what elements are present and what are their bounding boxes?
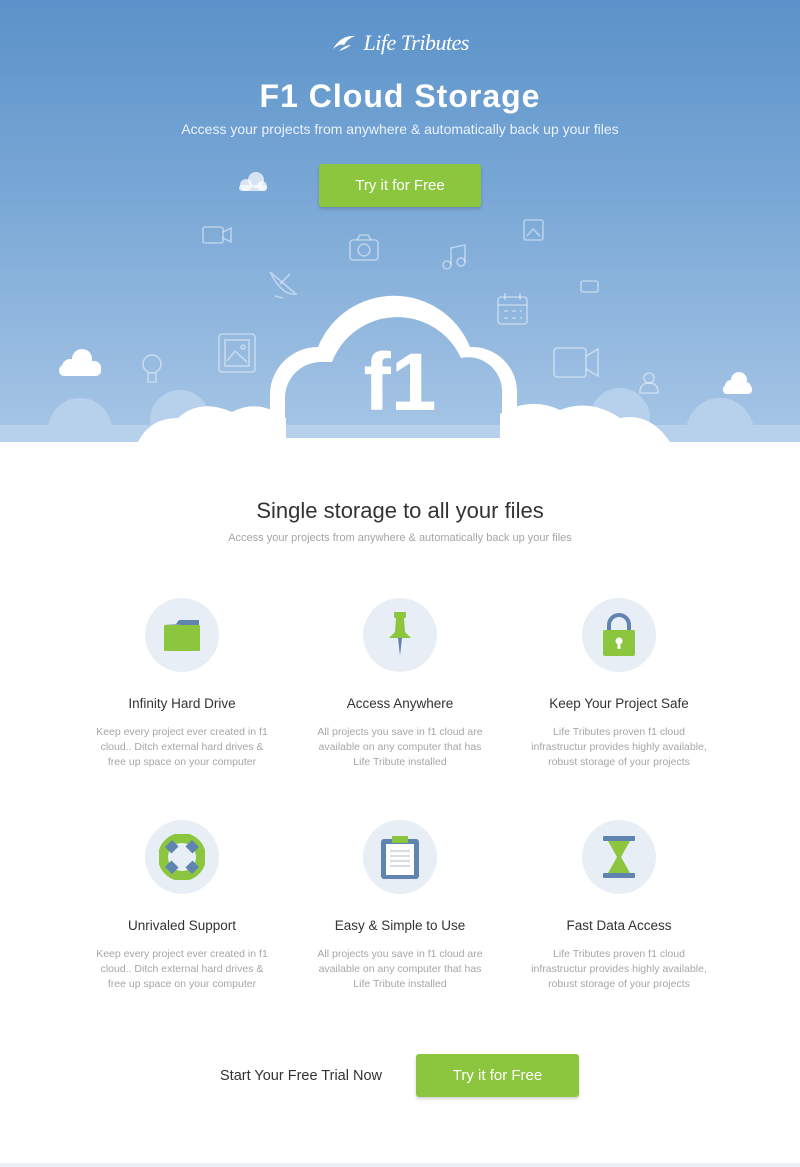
feature-description: Keep every project ever created in f1 cl…: [96, 948, 268, 990]
hero-try-free-button[interactable]: Try it for Free: [319, 164, 481, 207]
image-icon: [523, 219, 544, 241]
feature-description: Life Tributes proven f1 cloud infrastruc…: [531, 726, 707, 768]
lightbulb-icon: [142, 354, 162, 383]
hero-banner: f1 Life Tributes F1 Cloud Storage Access…: [0, 0, 800, 442]
feature-card: Unrivaled Support Keep every project eve…: [72, 820, 292, 992]
feature-card: Infinity Hard Drive Keep every project e…: [72, 598, 292, 770]
footer-divider: [0, 1163, 800, 1167]
satellite-dish-icon: [269, 271, 298, 299]
lifebuoy-icon: [159, 834, 205, 880]
padlock-icon: [603, 613, 635, 656]
feature-card: Fast Data Access Life Tributes proven f1…: [509, 820, 729, 992]
brand-logo[interactable]: Life Tributes: [0, 30, 800, 56]
small-cloud-icon: [723, 372, 752, 394]
hero-title: F1 Cloud Storage: [259, 78, 541, 114]
movie-camera-icon: [553, 347, 599, 378]
feature-title: Keep Your Project Safe: [549, 696, 689, 711]
camera-icon: [349, 234, 379, 261]
hero-illustration: f1: [0, 172, 800, 442]
hourglass-icon: [603, 836, 635, 878]
cloud-brand-text: f1: [364, 337, 437, 428]
bird-logo-icon: [333, 35, 356, 51]
feature-card: Keep Your Project Safe Life Tributes pro…: [509, 598, 729, 770]
battery-icon: [580, 280, 599, 293]
folder-icon: [164, 620, 200, 651]
calendar-icon: [497, 293, 528, 325]
feature-title: Unrivaled Support: [127, 918, 237, 933]
small-cloud-icon: [59, 349, 101, 376]
feature-title: Infinity Hard Drive: [128, 696, 236, 711]
feature-icon-circle: [582, 820, 656, 894]
picture-frame-icon: [218, 333, 256, 373]
feature-icon-circle: [145, 598, 219, 672]
feature-card: Access Anywhere All projects you save in…: [290, 598, 510, 770]
feature-icon-circle: [363, 598, 437, 672]
feature-icon-circle: [363, 820, 437, 894]
feature-title: Fast Data Access: [566, 918, 672, 933]
user-icon: [639, 372, 659, 394]
pushpin-icon: [389, 612, 411, 656]
video-camera-icon: [202, 226, 232, 244]
clipboard-icon: [381, 836, 419, 879]
cta-try-free-button[interactable]: Try it for Free: [416, 1054, 579, 1097]
feature-icon-circle: [145, 820, 219, 894]
feature-title: Access Anywhere: [346, 696, 454, 711]
brand-name: Life Tributes: [363, 30, 470, 55]
feature-description: All projects you save in f1 cloud are av…: [317, 948, 483, 990]
section-title: Single storage to all your files: [256, 498, 544, 523]
feature-title: Easy & Simple to Use: [334, 918, 466, 933]
hero-subtitle: Access your projects from anywhere & aut…: [181, 121, 619, 137]
feature-description: Life Tributes proven f1 cloud infrastruc…: [531, 948, 707, 990]
small-cloud-icon: [239, 172, 267, 191]
cta-label: Start Your Free Trial Now: [220, 1068, 382, 1084]
feature-description: All projects you save in f1 cloud are av…: [317, 726, 483, 768]
music-note-icon: [442, 244, 466, 270]
feature-description: Keep every project ever created in f1 cl…: [96, 726, 268, 768]
feature-card: Easy & Simple to Use All projects you sa…: [290, 820, 510, 992]
feature-icon-circle: [582, 598, 656, 672]
section-subtitle: Access your projects from anywhere & aut…: [228, 532, 572, 544]
